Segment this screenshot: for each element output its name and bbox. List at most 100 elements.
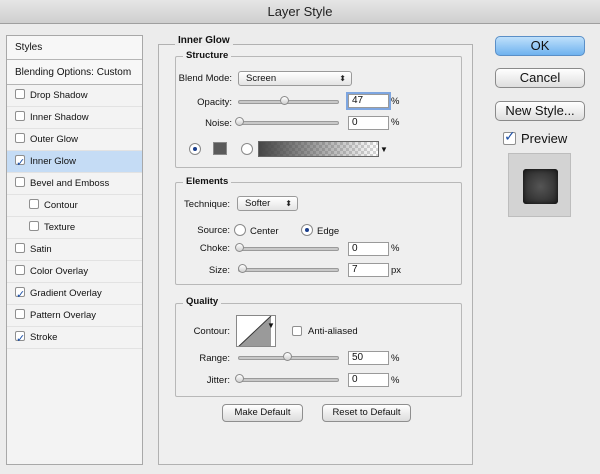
style-item-contour[interactable]: Contour [7,195,142,217]
style-item-inner-shadow[interactable]: Inner Shadow [7,107,142,129]
outer-glow-checkbox[interactable] [15,133,25,143]
stroke-checkbox[interactable] [15,328,25,350]
noise-slider[interactable] [235,117,339,126]
contour-picker[interactable] [236,315,276,347]
range-unit: % [391,353,400,364]
source-edge-label: Edge [317,226,340,237]
choke-input[interactable]: 0 [348,242,389,256]
source-edge-radio[interactable] [301,224,313,236]
style-item-pattern-overlay[interactable]: Pattern Overlay [7,305,142,327]
style-item-label: Bevel and Emboss [30,178,110,189]
anti-aliased-checkbox[interactable] [292,326,302,336]
panel-title: Inner Glow [175,35,233,46]
ok-button[interactable]: OK [495,36,585,56]
opacity-slider-handle[interactable] [279,96,289,105]
cancel-button[interactable]: Cancel [495,68,585,88]
range-slider[interactable] [238,352,339,361]
contour-checkbox[interactable] [29,199,39,209]
preview-toggle[interactable]: Preview [503,128,567,146]
choke-unit: % [391,243,400,254]
style-item-label: Inner Shadow [30,112,89,123]
choke-label: Choke: [199,243,230,254]
range-input[interactable]: 50 [348,351,389,365]
technique-label: Technique: [184,199,230,210]
blending-options-item[interactable]: Blending Options: Custom [7,60,142,85]
reset-to-default-button[interactable]: Reset to Default [322,404,411,422]
jitter-label: Jitter: [206,375,230,386]
source-center-label: Center [250,226,279,237]
jitter-input[interactable]: 0 [348,373,389,387]
style-item-label: Contour [44,200,78,211]
blend-mode-select[interactable]: Screen ⬍ [238,71,352,86]
style-item-texture[interactable]: Texture [7,217,142,239]
gradient-dropdown-icon[interactable]: ▼ [380,145,388,154]
source-label: Source: [197,225,230,236]
style-item-gradient-overlay[interactable]: Gradient Overlay [7,283,142,306]
gradient-picker[interactable] [258,141,379,157]
window-title: Layer Style [0,0,600,24]
style-item-satin[interactable]: Satin [7,239,142,261]
style-item-stroke[interactable]: Stroke [7,327,142,350]
style-preview [508,153,571,217]
technique-value: Softer [245,198,271,209]
glow-color-swatch[interactable] [213,142,227,155]
style-item-label: Drop Shadow [30,90,88,101]
style-item-label: Pattern Overlay [30,310,96,321]
styles-header[interactable]: Styles [7,36,142,60]
choke-slider[interactable] [235,243,339,252]
opacity-input[interactable]: 47 [348,94,389,108]
styles-list: Styles Blending Options: Custom Drop Sha… [6,35,143,465]
new-style-button[interactable]: New Style... [495,101,585,121]
opacity-slider[interactable] [238,96,339,105]
choke-slider-handle[interactable] [235,243,244,252]
pattern-overlay-checkbox[interactable] [15,309,25,319]
blend-mode-value: Screen [246,73,277,84]
quality-title: Quality [183,296,222,307]
style-item-bevel-emboss[interactable]: Bevel and Emboss [7,173,142,195]
range-slider-handle[interactable] [282,352,292,361]
contour-label: Contour: [193,326,230,337]
style-item-label: Stroke [30,332,58,343]
preview-checkbox[interactable] [503,128,516,145]
bevel-emboss-checkbox[interactable] [15,177,25,187]
style-item-inner-glow[interactable]: Inner Glow [7,151,142,174]
size-input[interactable]: 7 [348,263,389,277]
style-item-label: Satin [30,244,52,255]
jitter-unit: % [391,375,400,386]
preview-swatch [523,169,558,204]
opacity-unit: % [391,96,400,107]
style-item-label: Color Overlay [30,266,89,277]
elements-title: Elements [183,176,232,187]
color-overlay-checkbox[interactable] [15,265,25,275]
style-item-outer-glow[interactable]: Outer Glow [7,129,142,151]
make-default-button[interactable]: Make Default [222,404,303,422]
style-item-drop-shadow[interactable]: Drop Shadow [7,85,142,107]
satin-checkbox[interactable] [15,243,25,253]
select-arrows-icon: ⬍ [285,199,292,208]
drop-shadow-checkbox[interactable] [15,89,25,99]
inner-shadow-checkbox[interactable] [15,111,25,121]
noise-label: Noise: [205,118,232,129]
technique-select[interactable]: Softer ⬍ [237,196,298,211]
contour-dropdown-icon[interactable]: ▼ [267,321,275,330]
size-slider[interactable] [237,264,339,273]
jitter-slider[interactable] [235,374,339,383]
style-item-color-overlay[interactable]: Color Overlay [7,261,142,283]
size-slider-handle[interactable] [237,264,247,273]
select-arrows-icon: ⬍ [339,74,346,83]
noise-input[interactable]: 0 [348,116,389,130]
jitter-slider-handle[interactable] [235,374,244,383]
style-item-label: Texture [44,222,76,233]
gradient-overlay-checkbox[interactable] [15,284,25,306]
gradient-radio[interactable] [241,143,253,155]
noise-slider-handle[interactable] [235,117,244,126]
texture-checkbox[interactable] [29,221,39,231]
size-label: Size: [208,265,230,276]
blend-mode-label: Blend Mode: [178,73,232,84]
source-center-radio[interactable] [234,224,246,236]
solid-color-radio[interactable] [189,143,201,155]
style-item-label: Gradient Overlay [30,288,102,299]
range-label: Range: [199,353,230,364]
style-item-label: Outer Glow [30,134,79,145]
inner-glow-checkbox[interactable] [15,152,25,174]
